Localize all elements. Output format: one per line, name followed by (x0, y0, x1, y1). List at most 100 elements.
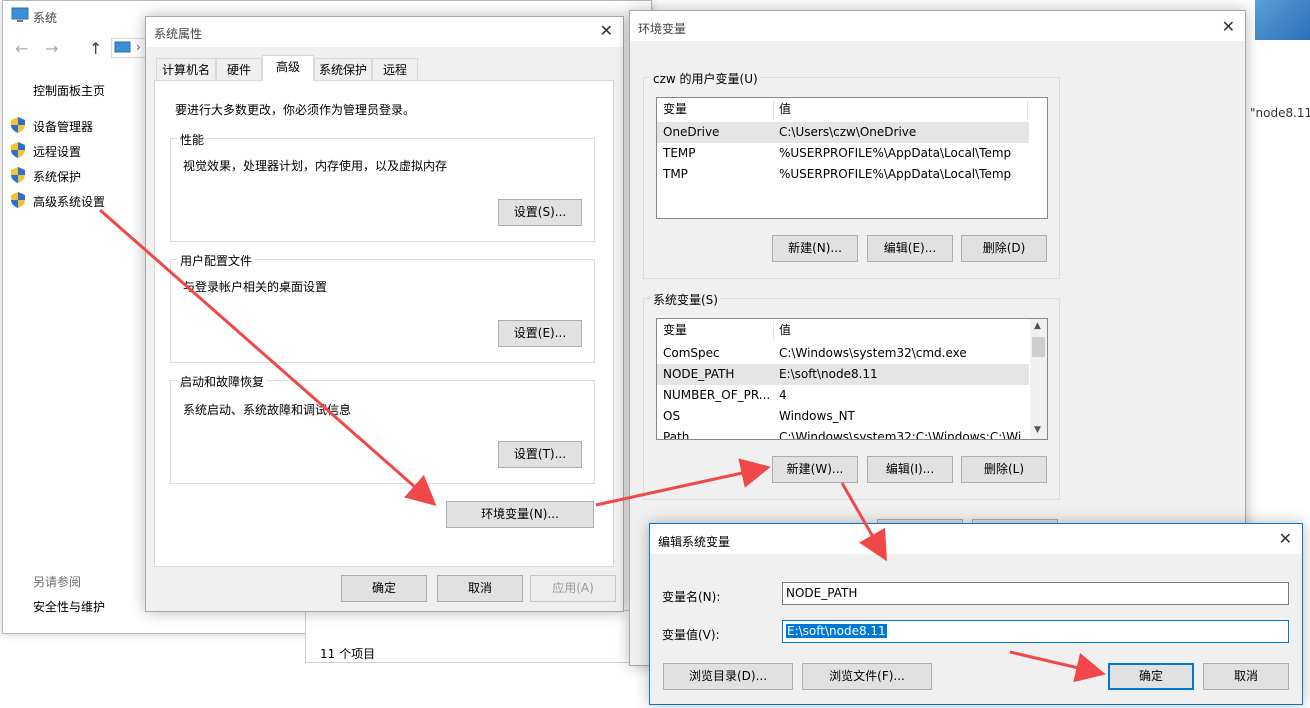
vertical-scrollbar[interactable]: ▲ ▼ (1030, 319, 1047, 439)
chevron-right-icon[interactable]: › (136, 40, 141, 54)
sidebar-item-system-protection[interactable]: 系统保护 (11, 167, 141, 185)
system-window-icon (11, 7, 29, 26)
user-new-button[interactable]: 新建(N)... (772, 235, 858, 262)
ok-button[interactable]: 确定 (341, 575, 427, 602)
user-edit-button[interactable]: 编辑(E)... (867, 235, 953, 262)
list-header: 变量 值 (657, 319, 1029, 342)
cancel-button[interactable]: 取消 (437, 575, 523, 602)
variable-value: C:\Windows\system32;C:\Windows;C:\Wi (779, 430, 1022, 440)
sidebar-item-label: 系统保护 (33, 170, 82, 184)
address-bar-icon: › (111, 38, 147, 58)
table-row[interactable]: TEMP %USERPROFILE%\AppData\Local\Temp (657, 143, 1029, 164)
performance-settings-button[interactable]: 设置(S)... (498, 199, 582, 226)
table-row[interactable]: NODE_PATH E:\soft\node8.11 (657, 364, 1029, 385)
group-label: 系统变量(S) (650, 291, 721, 308)
close-icon[interactable]: ✕ (600, 23, 613, 39)
profiles-settings-button[interactable]: 设置(E)... (498, 320, 582, 347)
back-icon[interactable]: ← (15, 39, 28, 58)
see-also-heading: 另请参阅 (33, 575, 82, 589)
forward-icon[interactable]: → (45, 39, 58, 58)
titlebar: 编辑系统变量 ✕ (650, 524, 1302, 554)
tab-system-protection[interactable]: 系统保护 (314, 58, 372, 81)
group-description: 视觉效果，处理器计划，内存使用，以及虚拟内存 (183, 159, 448, 173)
variable-name: NODE_PATH (663, 367, 735, 381)
scroll-up-icon[interactable]: ▲ (1034, 321, 1041, 331)
system-edit-button[interactable]: 编辑(I)... (867, 456, 953, 483)
scrollbar-thumb[interactable] (1032, 337, 1045, 357)
user-profiles-group: 用户配置文件 与登录帐户相关的桌面设置 设置(E)... (170, 252, 595, 363)
table-row[interactable]: Path C:\Windows\system32;C:\Windows;C:\W… (657, 427, 1029, 440)
edit-ok-button[interactable]: 确定 (1108, 663, 1194, 690)
titlebar: 环境变量 ✕ (630, 11, 1245, 41)
sidebar-item-remote-settings[interactable]: 远程设置 (11, 142, 141, 160)
variable-name: OneDrive (663, 125, 720, 139)
column-header-name[interactable]: 变量 (663, 319, 687, 342)
background-explorer-window: 11 个项目 (305, 610, 655, 663)
system-variables-list[interactable]: 变量 值 ComSpec C:\Windows\system32\cmd.exe… (656, 318, 1048, 440)
system-new-button[interactable]: 新建(W)... (772, 456, 858, 483)
system-window-title: 系统 (33, 11, 58, 25)
system-properties-dialog: 系统属性 ✕ 计算机名 硬件 高级 系统保护 远程 要进行大多数更改，你必须作为… (145, 16, 624, 612)
shield-icon (11, 142, 25, 158)
table-row[interactable]: OneDrive C:\Users\czw\OneDrive (657, 122, 1029, 143)
variable-name: Path (663, 430, 690, 440)
sidebar-item-label: 远程设置 (33, 145, 82, 159)
performance-group: 性能 视觉效果，处理器计划，内存使用，以及虚拟内存 设置(S)... (170, 131, 595, 242)
apply-button[interactable]: 应用(A) (530, 575, 616, 602)
column-header-value[interactable]: 值 (779, 98, 791, 121)
selected-text: E:\soft\node8.11 (786, 624, 887, 638)
variable-name: NUMBER_OF_PR... (663, 388, 771, 402)
user-variables-list[interactable]: 变量 值 OneDrive C:\Users\czw\OneDrive TEMP… (656, 97, 1048, 219)
table-row[interactable]: NUMBER_OF_PR... 4 (657, 385, 1029, 406)
sidebar-item-advanced-settings[interactable]: 高级系统设置 (11, 192, 141, 210)
sidebar-item-label: 设备管理器 (33, 120, 94, 134)
titlebar: 系统属性 ✕ (146, 17, 623, 47)
tab-hardware[interactable]: 硬件 (216, 58, 262, 81)
shield-icon (11, 192, 25, 208)
user-delete-button[interactable]: 删除(D) (961, 235, 1047, 262)
shield-icon (11, 167, 25, 183)
browse-file-button[interactable]: 浏览文件(F)... (802, 663, 932, 690)
control-panel-home-link[interactable]: 控制面板主页 (33, 82, 105, 99)
variable-name-label: 变量名(N): (662, 590, 721, 604)
variable-value: C:\Windows\system32\cmd.exe (779, 346, 967, 360)
dialog-title: 编辑系统变量 (658, 535, 731, 549)
column-header-value[interactable]: 值 (779, 319, 791, 342)
table-row[interactable]: OS Windows_NT (657, 406, 1029, 427)
variable-value-field[interactable]: E:\soft\node8.11 (782, 620, 1289, 643)
variable-name: ComSpec (663, 346, 720, 360)
system-delete-button[interactable]: 删除(L) (961, 456, 1047, 483)
list-header: 变量 值 (657, 98, 1047, 121)
tab-panel: 要进行大多数更改，你必须作为管理员登录。 性能 视觉效果，处理器计划，内存使用，… (154, 80, 614, 567)
startup-settings-button[interactable]: 设置(T)... (498, 441, 582, 468)
variable-value-label: 变量值(V): (662, 628, 720, 642)
group-label: 启动和故障恢复 (177, 373, 268, 390)
sidebar-item-device-manager[interactable]: 设备管理器 (11, 117, 141, 135)
group-description: 系统启动、系统故障和调试信息 (183, 403, 352, 417)
up-icon[interactable]: ↑ (89, 39, 102, 58)
tab-advanced[interactable]: 高级 (262, 55, 314, 81)
column-separator (773, 100, 774, 120)
column-header-name[interactable]: 变量 (663, 98, 687, 121)
tab-computer-name[interactable]: 计算机名 (156, 58, 216, 81)
browse-directory-button[interactable]: 浏览目录(D)... (663, 663, 793, 690)
shield-icon (11, 117, 25, 133)
table-row[interactable]: TMP %USERPROFILE%\AppData\Local\Temp (657, 164, 1029, 185)
system-variables-group: 系统变量(S) 变量 值 ComSpec C:\Windows\system32… (643, 291, 1060, 500)
environment-variables-button[interactable]: 环境变量(N)... (446, 501, 594, 528)
status-item-count: 11 个项目 (320, 647, 376, 661)
tab-remote[interactable]: 远程 (372, 58, 418, 81)
group-label: 性能 (177, 131, 208, 148)
column-separator (773, 321, 774, 341)
scroll-down-icon[interactable]: ▼ (1034, 425, 1041, 435)
table-row[interactable]: ComSpec C:\Windows\system32\cmd.exe (657, 343, 1029, 364)
edit-cancel-button[interactable]: 取消 (1203, 663, 1289, 690)
security-maintenance-link[interactable]: 安全性与维护 (33, 598, 105, 615)
group-label: 用户配置文件 (177, 252, 256, 269)
variable-name-field[interactable]: NODE_PATH (782, 582, 1289, 605)
close-icon[interactable]: ✕ (1222, 19, 1235, 35)
variable-name: OS (663, 409, 681, 423)
variable-name: TMP (663, 167, 688, 181)
close-icon[interactable]: ✕ (1279, 531, 1292, 547)
column-separator (1027, 100, 1028, 120)
